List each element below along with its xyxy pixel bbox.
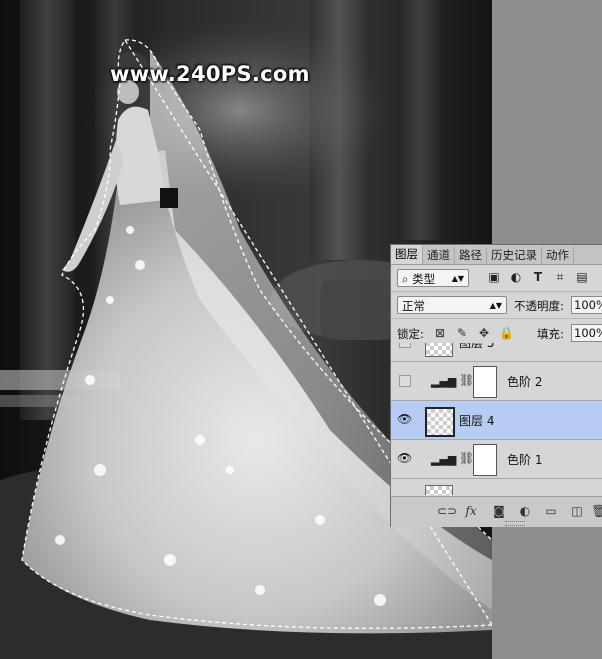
layer-thumbnail	[425, 343, 453, 357]
shape-filter-icon[interactable]: ⌗	[553, 270, 567, 284]
tab-channels[interactable]: 通道	[423, 247, 455, 264]
mask-icon[interactable]: ◙	[491, 503, 507, 519]
tab-layers[interactable]: 图层	[391, 245, 423, 264]
chevron-updown-icon: ▲▼	[489, 301, 502, 310]
adjustment-icon[interactable]: ◐	[517, 503, 533, 519]
divider	[391, 291, 602, 292]
levels-icon: ▂▄▆	[431, 453, 457, 466]
filter-row: ⌕ 类型 ▲▼ ▣ ◐ T ⌗ ▤	[395, 267, 602, 289]
layer-name: 色阶 1	[507, 453, 543, 467]
smart-object-filter-icon[interactable]: ▤	[575, 270, 589, 284]
trash-icon[interactable]: 🗑	[591, 503, 602, 519]
layer-list: 图层 5 ▂▄▆ ⛓ 色阶 2 👁 图层 4 👁 ▂▄▆ ⛓ 色阶 1	[391, 343, 602, 495]
lock-all-icon[interactable]: 🔒	[499, 325, 514, 341]
visibility-toggle[interactable]	[399, 343, 411, 348]
adjustment-filter-icon[interactable]: ◐	[509, 270, 523, 284]
layer-thumbnail	[425, 407, 455, 437]
blend-mode-select[interactable]: 正常 ▲▼	[397, 296, 507, 314]
panel-tabs: 图层 通道 路径 历史记录 动作	[391, 245, 602, 265]
layer-row[interactable]: ▂▄▆ ⛓ 色阶 2	[391, 362, 602, 401]
eye-icon[interactable]: 👁	[397, 412, 412, 426]
tab-actions[interactable]: 动作	[542, 247, 574, 264]
layer-kind-filter[interactable]: ⌕ 类型 ▲▼	[397, 269, 469, 287]
panel-bottom-bar: ⊂⊃ fx ◙ ◐ ▭ ◫ 🗑	[391, 496, 602, 527]
folder-icon[interactable]: ▭	[543, 503, 559, 519]
pixel-filter-icon[interactable]: ▣	[487, 270, 501, 284]
layer-name: 图层 5	[459, 343, 495, 350]
layer-mask-thumbnail[interactable]	[473, 444, 497, 476]
layer-name: 色阶 2	[507, 375, 543, 389]
layer-thumbnail	[425, 485, 453, 495]
blend-mode-value: 正常	[402, 299, 425, 313]
link-icon: ⛓	[459, 451, 475, 465]
type-filter-icon[interactable]: T	[531, 270, 545, 284]
eye-icon[interactable]: 👁	[397, 451, 412, 465]
visibility-toggle[interactable]	[399, 375, 411, 387]
levels-icon: ▂▄▆	[431, 375, 457, 388]
chevron-updown-icon: ▲▼	[451, 274, 464, 283]
layers-panel: 图层 通道 路径 历史记录 动作 ⌕ 类型 ▲▼ ▣ ◐ T ⌗ ▤ 正常 ▲▼…	[390, 244, 602, 527]
layer-mask-thumbnail[interactable]	[473, 366, 497, 398]
lock-paint-icon[interactable]: ✎	[455, 325, 469, 341]
search-icon: ⌕	[402, 272, 409, 286]
opacity-input[interactable]: 100%	[571, 296, 602, 314]
filter-kind-value: 类型	[412, 272, 436, 286]
lock-label: 锁定:	[397, 327, 424, 341]
link-icon[interactable]: ⊂⊃	[437, 503, 457, 519]
layer-row[interactable]: 图层 5	[391, 343, 602, 362]
lock-transparent-icon[interactable]: ⊠	[433, 325, 447, 341]
new-layer-icon[interactable]: ◫	[569, 503, 585, 519]
tab-paths[interactable]: 路径	[455, 247, 487, 264]
layer-name: 图层 4	[459, 414, 495, 428]
layer-row-selected[interactable]: 👁 图层 4	[391, 401, 602, 440]
lock-position-icon[interactable]: ✥	[477, 325, 491, 341]
fx-icon[interactable]: fx	[463, 503, 479, 519]
layer-row[interactable]: 👁 ▂▄▆ ⛓ 色阶 1	[391, 440, 602, 479]
divider	[391, 318, 602, 319]
tab-history[interactable]: 历史记录	[487, 247, 542, 264]
link-icon: ⛓	[459, 373, 475, 387]
layer-row[interactable]	[391, 479, 602, 495]
watermark-text: www.240PS.com	[110, 62, 310, 86]
fill-input[interactable]: 100%	[571, 324, 602, 342]
fill-label: 填充:	[537, 327, 564, 341]
opacity-label: 不透明度:	[514, 299, 564, 313]
panel-resize-grip[interactable]	[505, 521, 525, 526]
